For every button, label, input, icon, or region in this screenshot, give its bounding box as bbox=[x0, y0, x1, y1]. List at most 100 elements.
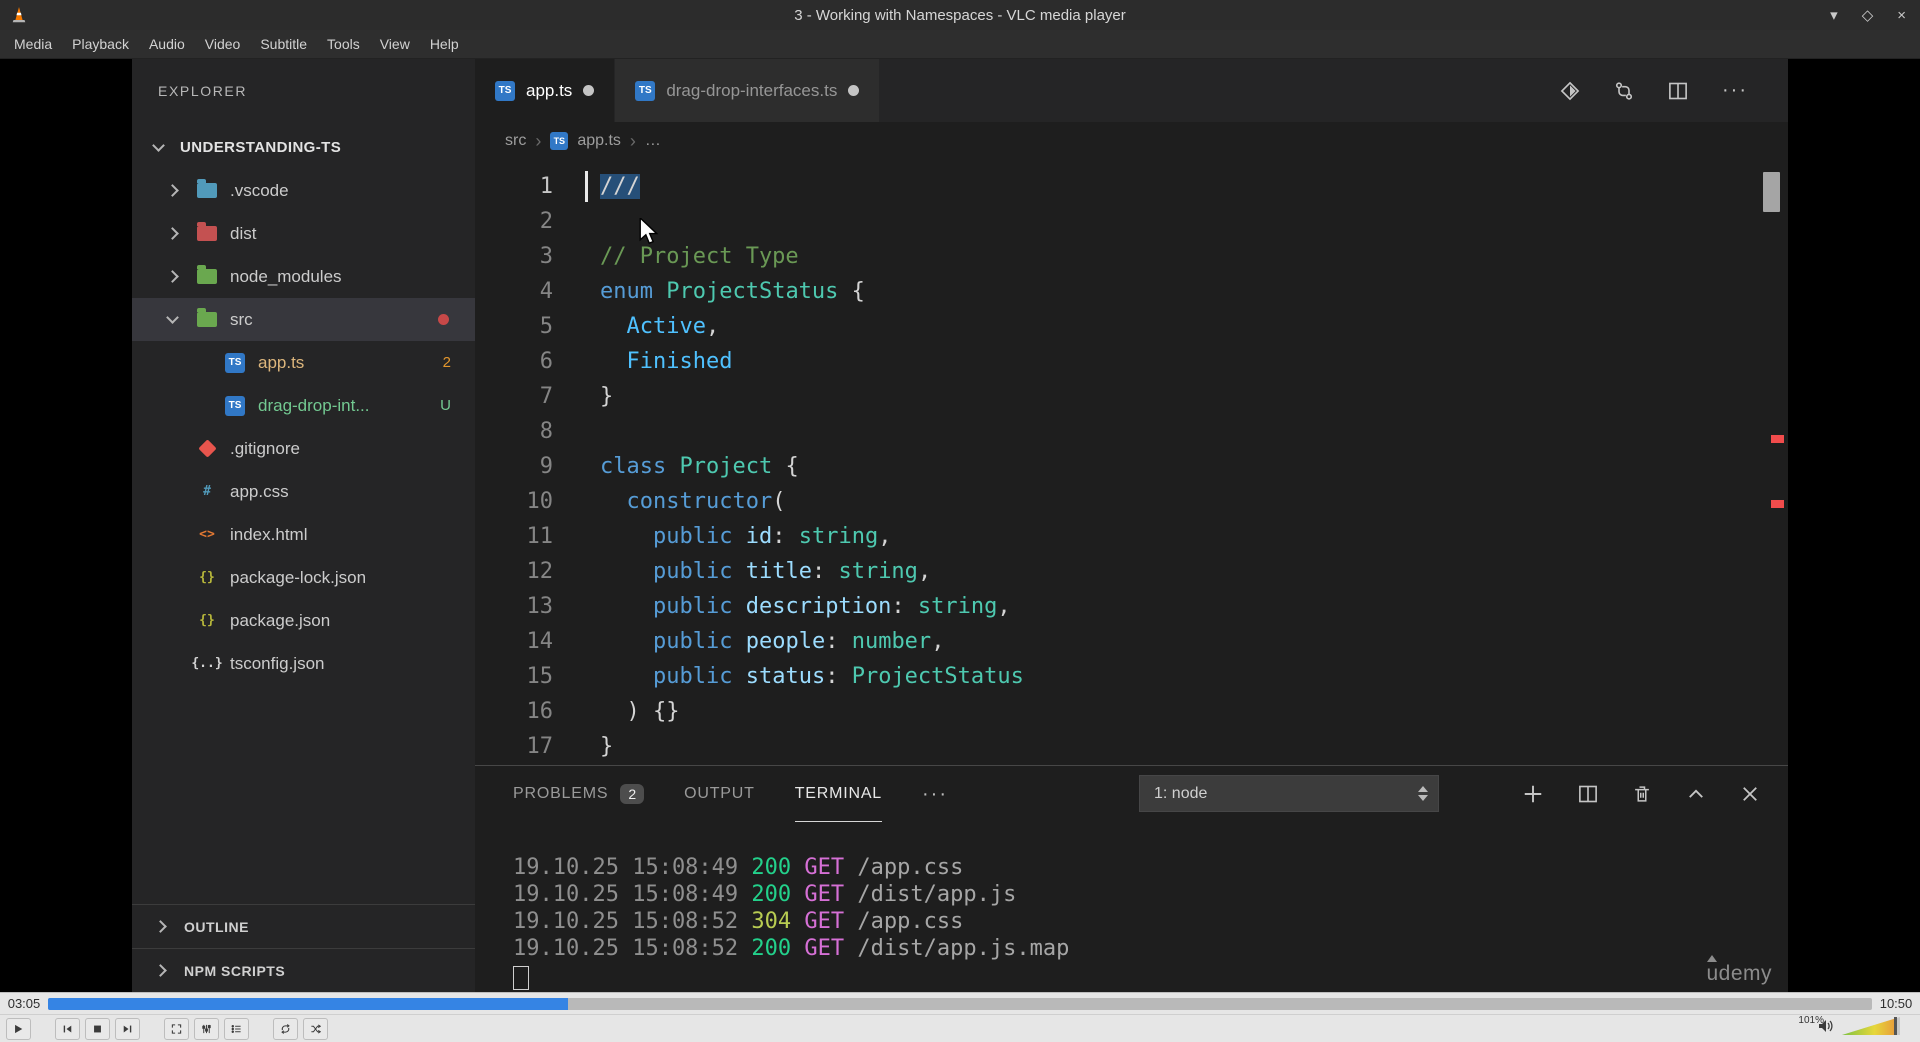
menu-audio[interactable]: Audio bbox=[139, 30, 195, 58]
code-line-content: } bbox=[600, 734, 614, 759]
breadcrumb-item[interactable]: app.ts bbox=[577, 132, 621, 150]
section-label: NPM SCRIPTS bbox=[184, 962, 286, 979]
error-marker bbox=[1771, 435, 1784, 443]
udemy-watermark-text: udemy bbox=[1706, 962, 1772, 985]
close-button[interactable]: × bbox=[1897, 8, 1906, 23]
video-frame[interactable]: EXPLORER UNDERSTANDING-TS .vscode dist nod… bbox=[0, 59, 1920, 992]
folder-icon bbox=[194, 179, 220, 198]
open-changes-icon[interactable] bbox=[1560, 81, 1580, 101]
next-button[interactable] bbox=[115, 1017, 140, 1040]
split-editor-icon[interactable] bbox=[1668, 81, 1688, 101]
tree-item-package-json[interactable]: {} package.json bbox=[132, 599, 475, 642]
panel-close-icon[interactable] bbox=[1740, 784, 1760, 804]
stop-button[interactable] bbox=[85, 1017, 110, 1040]
menu-video[interactable]: Video bbox=[195, 30, 251, 58]
code-line: 7} bbox=[475, 379, 1788, 414]
code-line-content: public people: number, bbox=[652, 629, 945, 654]
menu-subtitle[interactable]: Subtitle bbox=[250, 30, 317, 58]
panel-tab-label: OUTPUT bbox=[684, 784, 755, 802]
volume-slider[interactable] bbox=[1842, 1017, 1900, 1040]
tree-item-app-css[interactable]: # app.css bbox=[132, 470, 475, 513]
fullscreen-button[interactable] bbox=[164, 1017, 189, 1040]
line-number: 6 bbox=[539, 349, 553, 374]
split-terminal-icon[interactable] bbox=[1578, 784, 1598, 804]
section-npm-scripts[interactable]: NPM SCRIPTS bbox=[132, 948, 475, 992]
git-compare-icon[interactable] bbox=[1614, 81, 1634, 101]
tab-app-ts[interactable]: TS app.ts bbox=[475, 59, 615, 122]
random-button[interactable] bbox=[303, 1017, 328, 1040]
tree-item-tsconfig-json[interactable]: {..} tsconfig.json bbox=[132, 642, 475, 685]
volume-control[interactable]: 101% bbox=[1798, 1015, 1920, 1040]
previous-button[interactable] bbox=[55, 1017, 80, 1040]
tree-item-index-html[interactable]: <> index.html bbox=[132, 513, 475, 556]
menu-view[interactable]: View bbox=[370, 30, 420, 58]
tree-item-label: tsconfig.json bbox=[230, 653, 325, 673]
minimap-thumb[interactable] bbox=[1763, 172, 1780, 212]
kill-terminal-icon[interactable] bbox=[1632, 784, 1652, 804]
minimize-button[interactable]: ▾ bbox=[1830, 8, 1838, 23]
terminal-line: 19.10.25 15:08:52 304 GET /app.css bbox=[513, 909, 964, 934]
tree-item-drag-drop-int-[interactable]: TS drag-drop-int... U bbox=[132, 384, 475, 427]
tab-label: drag-drop-interfaces.ts bbox=[666, 80, 838, 100]
breadcrumb-separator-icon: › bbox=[535, 130, 542, 151]
workspace-root[interactable]: UNDERSTANDING-TS bbox=[132, 126, 475, 169]
problems-count-badge: 2 bbox=[620, 783, 645, 804]
loop-button[interactable] bbox=[273, 1017, 298, 1040]
tree-item-src[interactable]: src bbox=[132, 298, 475, 341]
ts-file-icon: TS bbox=[495, 80, 515, 101]
seek-row: 03:05 10:50 bbox=[0, 992, 1920, 1014]
explorer-sidebar: EXPLORER UNDERSTANDING-TS .vscode dist nod… bbox=[132, 59, 475, 992]
tree-item--gitignore[interactable]: .gitignore bbox=[132, 427, 475, 470]
tree-item-dist[interactable]: dist bbox=[132, 212, 475, 255]
menu-media[interactable]: Media bbox=[4, 30, 62, 58]
total-time: 10:50 bbox=[1879, 996, 1913, 1011]
editor-actions: ··· bbox=[1560, 59, 1788, 122]
modified-dot-icon[interactable] bbox=[848, 85, 860, 96]
code-line: 15 public status: ProjectStatus bbox=[475, 659, 1788, 694]
menu-tools[interactable]: Tools bbox=[317, 30, 370, 58]
tab-label: app.ts bbox=[526, 80, 573, 100]
code-line: 12 public title: string, bbox=[475, 554, 1788, 589]
line-number: 10 bbox=[526, 489, 554, 514]
tree-item-app-ts[interactable]: TS app.ts 2 bbox=[132, 341, 475, 384]
file-type-tsconfig-icon: {..} bbox=[191, 656, 223, 671]
code-line-content: public id: string, bbox=[652, 524, 892, 549]
menu-playback[interactable]: Playback bbox=[62, 30, 139, 58]
code-editor[interactable]: 1 /// 2 3 // Project Type 4 enum ProjectStatus… bbox=[475, 160, 1788, 765]
tree-item-label: drag-drop-int... bbox=[258, 395, 370, 415]
tab-drag-drop-interfaces-ts[interactable]: TS drag-drop-interfaces.ts bbox=[615, 59, 880, 122]
file-type-html-icon: <> bbox=[199, 527, 215, 542]
panel-maximize-icon[interactable] bbox=[1686, 784, 1706, 804]
playlist-button[interactable] bbox=[224, 1017, 249, 1040]
modified-dot-icon[interactable] bbox=[583, 85, 595, 96]
panel-more-icon[interactable]: ··· bbox=[922, 766, 948, 822]
tree-item-package-lock-json[interactable]: {} package-lock.json bbox=[132, 556, 475, 599]
error-marker bbox=[1771, 500, 1784, 508]
panel-tab-terminal[interactable]: TERMINAL bbox=[794, 766, 883, 822]
tree-item-badge: U bbox=[440, 397, 451, 414]
file-type-git-icon bbox=[194, 439, 220, 458]
maximize-button[interactable]: ◇ bbox=[1862, 8, 1874, 23]
section-outline[interactable]: OUTLINE bbox=[132, 904, 475, 948]
tree-item-label: dist bbox=[230, 223, 257, 243]
breadcrumb-item[interactable]: src bbox=[505, 132, 526, 150]
breadcrumb-item[interactable]: … bbox=[645, 132, 661, 150]
vscode-window: EXPLORER UNDERSTANDING-TS .vscode dist nod… bbox=[132, 59, 1788, 992]
line-number: 15 bbox=[526, 664, 554, 689]
menu-help[interactable]: Help bbox=[420, 30, 469, 58]
seek-bar[interactable] bbox=[48, 997, 1872, 1010]
code-line-content: public title: string, bbox=[652, 559, 932, 584]
play-button[interactable] bbox=[6, 1017, 31, 1040]
extended-settings-button[interactable] bbox=[194, 1017, 219, 1040]
tree-item-node-modules[interactable]: node_modules bbox=[132, 255, 475, 298]
terminal-output[interactable]: 19.10.25 15:08:49 200 GET /app.css 19.10.… bbox=[513, 854, 1768, 997]
panel-tab-problems[interactable]: PROBLEMS 2 bbox=[513, 766, 645, 822]
file-type-ts-icon: TS bbox=[222, 352, 248, 373]
terminal-shell-select[interactable]: 1: node bbox=[1139, 775, 1439, 812]
tree-item-label: src bbox=[230, 309, 253, 329]
more-actions-icon[interactable]: ··· bbox=[1722, 79, 1748, 102]
new-terminal-icon[interactable] bbox=[1522, 783, 1544, 805]
tree-item--vscode[interactable]: .vscode bbox=[132, 169, 475, 212]
panel-tab-output[interactable]: OUTPUT bbox=[684, 766, 755, 822]
line-number: 9 bbox=[539, 454, 553, 479]
